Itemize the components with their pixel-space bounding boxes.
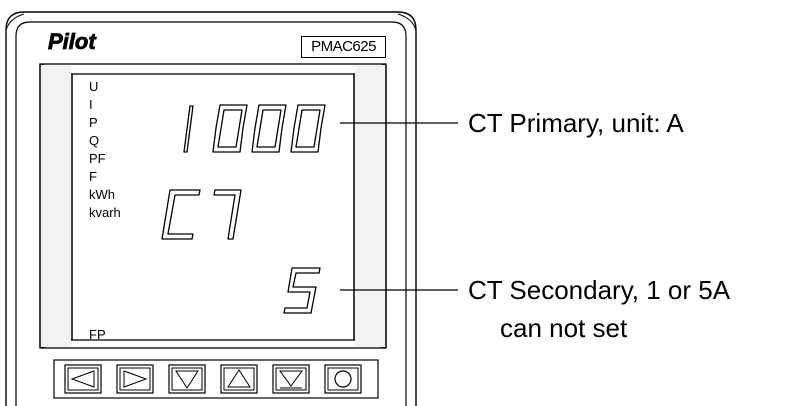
segment-digit — [183, 105, 194, 153]
right-arrow-button[interactable] — [116, 364, 154, 394]
ct-primary-callout: CT Primary, unit: A — [468, 108, 684, 138]
indicator-p: P — [89, 115, 98, 130]
model-label: PMAC625 — [301, 36, 386, 58]
indicator-q: Q — [89, 133, 100, 148]
ok-button[interactable] — [324, 364, 362, 394]
left-arrow-button[interactable] — [64, 364, 102, 394]
meter-drawing — [5, 11, 458, 406]
brand-logo-text: Pilot — [48, 30, 97, 54]
ct-secondary-callout: CT Secondary, 1 or 5A — [468, 275, 731, 305]
ct-secondary-note: can not set — [500, 313, 628, 343]
indicator-f: F — [89, 169, 97, 184]
indicator-u: U — [89, 79, 99, 94]
brand-logo: Pilot — [46, 29, 114, 54]
segment-row2 — [161, 189, 242, 240]
segment-digit — [251, 104, 287, 153]
segment-digit — [213, 189, 242, 240]
segment-digit — [290, 104, 326, 153]
segment-digit — [161, 189, 201, 240]
segment-row3 — [283, 267, 321, 314]
indicator-kwh: kWh — [89, 187, 115, 202]
enter-button[interactable] — [272, 364, 310, 394]
indicator-kvarh: kvarh — [89, 205, 121, 220]
up-arrow-button[interactable] — [220, 364, 258, 394]
segment-row1 — [183, 104, 326, 153]
indicator-pf: PF — [89, 151, 106, 166]
segment-digit — [283, 267, 321, 314]
indicator-fp: FP — [89, 327, 106, 342]
segment-digit — [212, 104, 248, 153]
down-arrow-button[interactable] — [168, 364, 206, 394]
indicator-i: I — [89, 97, 93, 112]
